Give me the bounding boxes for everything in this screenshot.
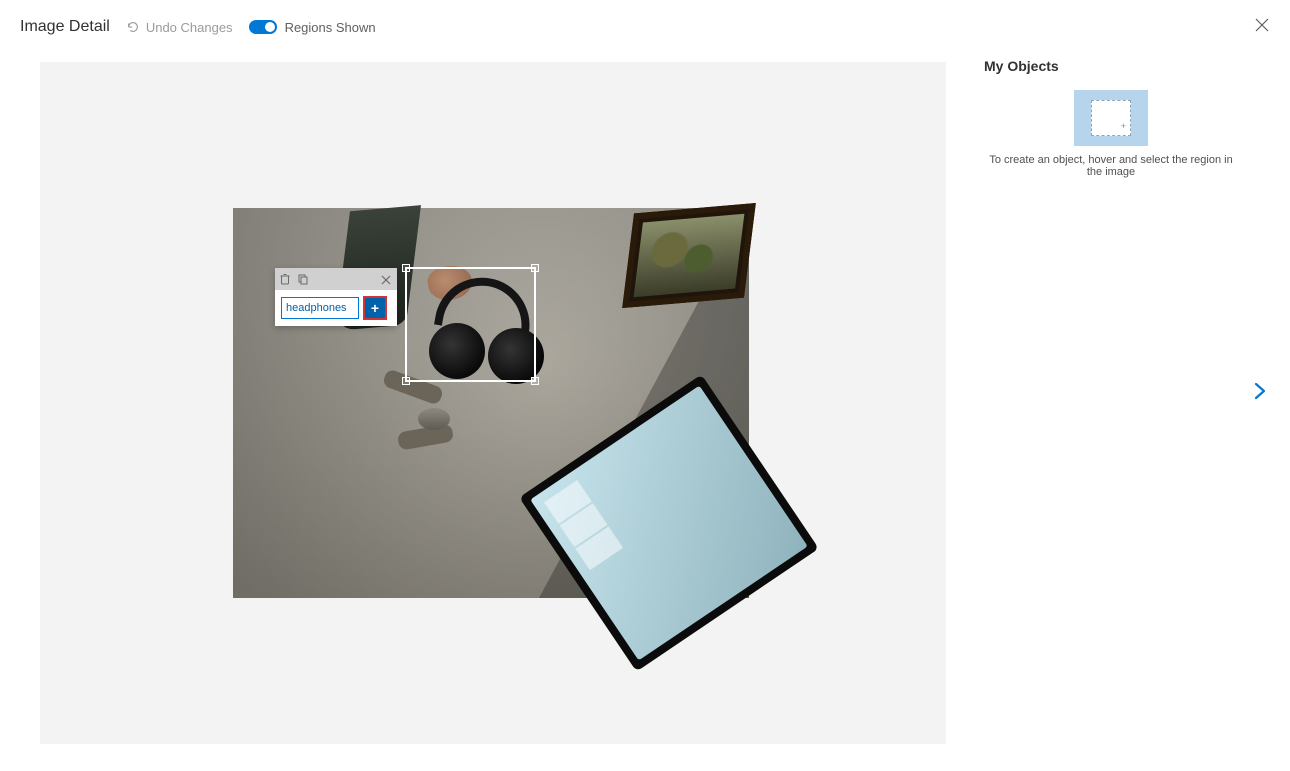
resize-handle-top-left[interactable] (402, 264, 410, 272)
resize-handle-bottom-right[interactable] (531, 377, 539, 385)
close-button[interactable] (1252, 16, 1272, 36)
tag-input-row: + (275, 290, 397, 326)
toggle-knob (265, 22, 275, 32)
page-title: Image Detail (20, 18, 110, 36)
stamp-icon: + (1091, 100, 1131, 136)
image-canvas[interactable]: + (233, 208, 749, 598)
tag-editor-toolbar (275, 268, 397, 290)
regions-shown-toggle[interactable] (249, 20, 277, 34)
plus-icon: + (371, 300, 379, 316)
image-picture-frame (622, 203, 756, 308)
undo-label: Undo Changes (146, 20, 233, 35)
region-selection-box[interactable] (405, 267, 536, 382)
delete-region-icon[interactable] (279, 273, 291, 285)
close-icon (1255, 18, 1269, 35)
resize-handle-top-right[interactable] (531, 264, 539, 272)
plus-icon: + (1121, 121, 1126, 131)
my-objects-panel: My Objects + To create an object, hover … (976, 50, 1246, 186)
next-image-button[interactable] (1248, 380, 1272, 404)
chevron-right-icon (1252, 381, 1268, 404)
resize-handle-bottom-left[interactable] (402, 377, 410, 385)
add-tag-highlight: + (363, 296, 387, 320)
my-objects-hint: To create an object, hover and select th… (984, 154, 1238, 178)
tag-name-input[interactable] (281, 297, 359, 319)
my-objects-title: My Objects (984, 58, 1238, 74)
tag-editor-popup: + (275, 268, 397, 326)
regions-shown-label: Regions Shown (285, 20, 376, 35)
add-tag-button[interactable]: + (365, 298, 385, 318)
object-placeholder-wrap: + (984, 90, 1238, 146)
header-bar: Image Detail Undo Changes Regions Shown (0, 0, 1290, 44)
undo-icon (126, 20, 140, 34)
image-canvas-panel: + (40, 62, 946, 744)
copy-region-icon[interactable] (297, 273, 309, 285)
regions-shown-toggle-group: Regions Shown (249, 20, 376, 35)
image-fan-hub (418, 408, 450, 430)
object-placeholder[interactable]: + (1074, 90, 1148, 146)
close-tag-editor-icon[interactable] (381, 273, 393, 285)
undo-changes-button[interactable]: Undo Changes (126, 20, 233, 35)
